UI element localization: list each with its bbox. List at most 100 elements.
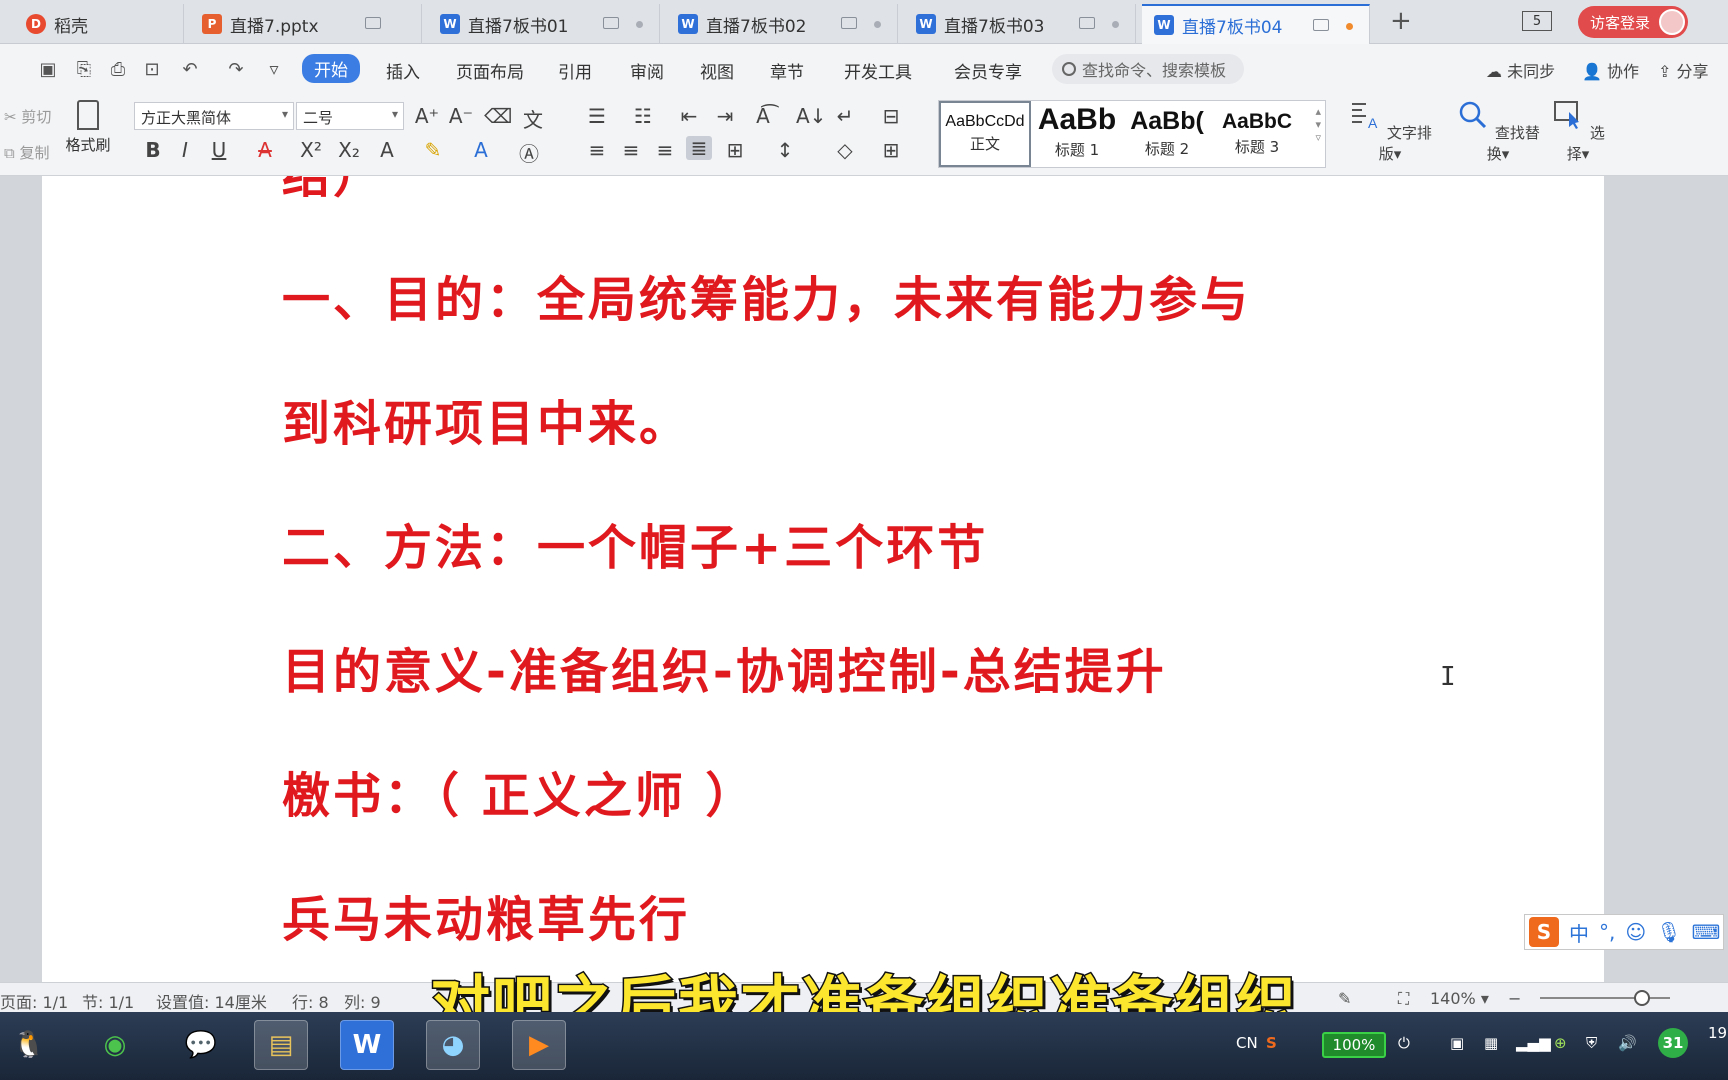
- doc-line-4[interactable]: 二、方法：一个帽子+三个环节: [282, 508, 988, 578]
- tab-doc-04[interactable]: W 直播7板书04: [1142, 4, 1370, 44]
- numbered-list-icon[interactable]: ☷: [630, 104, 656, 128]
- shading-icon[interactable]: ◇: [832, 138, 858, 162]
- menu-dev-tools[interactable]: 开发工具: [844, 58, 912, 83]
- line-spacing-icon[interactable]: ↕: [772, 138, 798, 162]
- tab-doc-01[interactable]: W 直播7板书01: [428, 4, 660, 44]
- qq-icon[interactable]: 🐧: [2, 1020, 56, 1070]
- media-player-icon[interactable]: ▶: [512, 1020, 566, 1070]
- font-name-select[interactable]: 方正大黑简体: [134, 102, 294, 130]
- highlight-icon[interactable]: ✎: [420, 138, 446, 162]
- status-page[interactable]: 页面: 1/1: [0, 989, 68, 1013]
- wps-writer-icon[interactable]: W: [340, 1020, 394, 1070]
- copy-button[interactable]: ⧉ 复制: [4, 142, 50, 163]
- chinese-layout-icon[interactable]: A͡: [750, 104, 776, 128]
- menu-page-layout[interactable]: 页面布局: [456, 58, 524, 83]
- styles-scroll-icon[interactable]: ▴ ▾ ▿: [1315, 105, 1321, 144]
- sort-icon[interactable]: A↓: [796, 104, 826, 128]
- microphone-icon[interactable]: 🎙: [1656, 920, 1681, 944]
- style-heading-3[interactable]: AaBbC 标题 3: [1213, 101, 1301, 167]
- text-layout-button[interactable]: A 文字排版▾: [1344, 98, 1436, 164]
- power-plug-icon[interactable]: ⏻: [1398, 1034, 1410, 1052]
- doc-line-1[interactable]: 结）: [282, 176, 384, 206]
- doc-line-2[interactable]: 一、目的：全局统筹能力，未来有能力参与: [282, 260, 1251, 330]
- redo-icon[interactable]: ↷: [226, 60, 246, 80]
- emoji-icon[interactable]: ☺: [1625, 920, 1646, 944]
- tab-doc-02[interactable]: W 直播7板书02: [666, 4, 898, 44]
- superscript-icon[interactable]: X²: [298, 138, 324, 162]
- doc-line-3[interactable]: 到科研项目中来。: [282, 384, 690, 454]
- align-center-icon[interactable]: ≡: [618, 138, 644, 162]
- zoom-out-icon[interactable]: −: [1508, 989, 1521, 1008]
- battery-indicator[interactable]: 100%: [1322, 1032, 1386, 1058]
- tab-doc-03[interactable]: W 直播7板书03: [904, 4, 1136, 44]
- doc-line-6[interactable]: 檄书：（ 正义之师 ）: [282, 756, 756, 826]
- collaborate-button[interactable]: 👤 协作: [1582, 58, 1639, 82]
- browser-icon[interactable]: ◉: [88, 1020, 142, 1070]
- ime-toolbar[interactable]: S 中 °, ☺ 🎙 ⌨: [1524, 914, 1724, 950]
- network-icon[interactable]: ▂▄▆: [1516, 1034, 1551, 1052]
- style-heading-1[interactable]: AaBb 标题 1: [1033, 101, 1121, 167]
- subscript-icon[interactable]: X₂: [336, 138, 362, 162]
- style-heading-2[interactable]: AaBb( 标题 2: [1123, 101, 1211, 167]
- punctuation-icon[interactable]: °,: [1599, 920, 1615, 944]
- decrease-indent-icon[interactable]: ⇤: [676, 104, 702, 128]
- new-tab-button[interactable]: +: [1390, 6, 1412, 36]
- format-painter-button[interactable]: 格式刷: [60, 100, 116, 155]
- align-left-icon[interactable]: ≡: [584, 138, 610, 162]
- zoom-slider[interactable]: [1540, 997, 1670, 999]
- zoom-slider-knob[interactable]: [1634, 990, 1650, 1006]
- shield-icon[interactable]: ⛨: [1586, 1034, 1597, 1052]
- table-grid-icon[interactable]: ⊟: [878, 104, 904, 128]
- print-icon[interactable]: ⎙: [108, 60, 128, 80]
- clock[interactable]: 19: [1708, 1024, 1727, 1042]
- tray-app-icon[interactable]: ▣: [1450, 1034, 1464, 1052]
- menu-insert[interactable]: 插入: [386, 58, 420, 83]
- bullet-list-icon[interactable]: ☰: [584, 104, 610, 128]
- file-explorer-icon[interactable]: ▤: [254, 1020, 308, 1070]
- cut-button[interactable]: ✂ 剪切: [4, 106, 51, 127]
- clipboard-icon[interactable]: ▦: [1484, 1034, 1498, 1052]
- document-area[interactable]: 结） 一、目的：全局统筹能力，未来有能力参与 到科研项目中来。 二、方法：一个帽…: [0, 176, 1728, 982]
- fit-page-icon[interactable]: ⛶: [1398, 989, 1409, 1009]
- security-tray-icon[interactable]: ⊕: [1554, 1034, 1567, 1052]
- font-color-icon[interactable]: A: [468, 138, 494, 162]
- save-icon[interactable]: ▣: [38, 60, 58, 80]
- wechat-icon[interactable]: 💬: [174, 1020, 228, 1070]
- distributed-icon[interactable]: ⊞: [722, 138, 748, 162]
- volume-icon[interactable]: 🔊: [1618, 1034, 1637, 1052]
- edit-mode-icon[interactable]: ✎: [1338, 989, 1351, 1008]
- undo-icon[interactable]: ↶: [180, 60, 200, 80]
- font-size-select[interactable]: 二号: [296, 102, 404, 130]
- zoom-level[interactable]: 140% ▾: [1430, 989, 1489, 1008]
- clear-format-icon[interactable]: ⌫: [484, 104, 512, 128]
- underline-icon[interactable]: U: [206, 138, 232, 162]
- tab-count-icon[interactable]: 5: [1522, 11, 1552, 31]
- ime-mode[interactable]: 中: [1569, 918, 1589, 947]
- menu-view[interactable]: 视图: [700, 58, 734, 83]
- style-normal[interactable]: AaBbCcDd 正文: [939, 101, 1031, 167]
- strikethrough-icon[interactable]: A: [252, 138, 278, 162]
- keyboard-icon[interactable]: ⌨: [1692, 920, 1721, 944]
- sogou-tray-icon[interactable]: S: [1266, 1034, 1277, 1052]
- input-lang[interactable]: CN: [1236, 1034, 1258, 1052]
- calendar-icon[interactable]: 31: [1658, 1028, 1688, 1058]
- justify-icon[interactable]: ≣: [686, 136, 712, 160]
- tab-daoke[interactable]: D 稻壳: [14, 4, 184, 44]
- command-search[interactable]: 查找命令、搜索模板: [1052, 54, 1244, 84]
- tab-pptx[interactable]: P 直播7.pptx: [190, 4, 422, 44]
- text-effect-icon[interactable]: A: [374, 138, 400, 162]
- sync-status[interactable]: ☁ 未同步: [1486, 58, 1555, 82]
- menu-review[interactable]: 审阅: [630, 58, 664, 83]
- bold-icon[interactable]: B: [140, 138, 166, 162]
- char-border-icon[interactable]: Ⓐ: [516, 138, 542, 167]
- customize-icon[interactable]: ▿: [264, 60, 284, 80]
- share-button[interactable]: ⇪ 分享: [1658, 58, 1709, 82]
- doc-line-5[interactable]: 目的意义-准备组织-协调控制-总结提升: [282, 632, 1167, 702]
- document-page[interactable]: 结） 一、目的：全局统筹能力，未来有能力参与 到科研项目中来。 二、方法：一个帽…: [42, 176, 1604, 982]
- doc-line-7[interactable]: 兵马未动粮草先行: [282, 880, 690, 950]
- italic-icon[interactable]: I: [172, 138, 198, 162]
- align-right-icon[interactable]: ≡: [652, 138, 678, 162]
- find-replace-button[interactable]: 查找替换▾: [1452, 98, 1544, 164]
- grow-font-icon[interactable]: A⁺: [414, 104, 440, 128]
- menu-start[interactable]: 开始: [302, 54, 360, 83]
